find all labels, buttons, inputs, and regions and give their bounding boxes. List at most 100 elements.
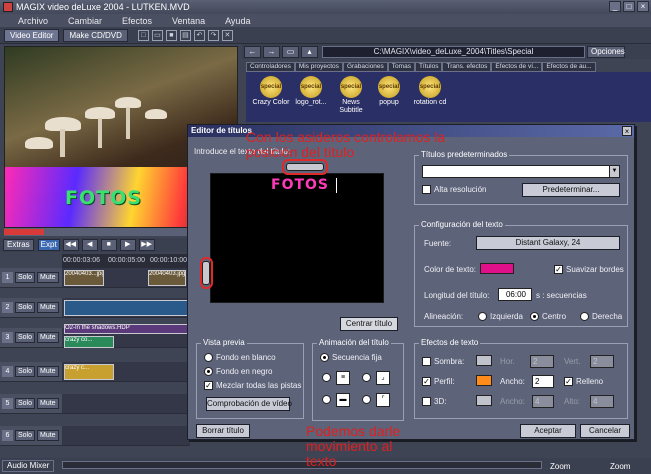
fill-checkbox[interactable]: ✓	[564, 377, 573, 386]
undo-icon[interactable]: ↶	[193, 29, 205, 41]
align-center-radio[interactable]	[530, 312, 539, 321]
cancel-button[interactable]: Cancelar	[580, 424, 630, 438]
title-preset-item[interactable]: special rotation cd	[408, 76, 452, 107]
tab-grabaciones[interactable]: Grabaciones	[342, 62, 388, 72]
hor-input[interactable]: 2	[530, 355, 554, 368]
title-preset-item[interactable]: special News Subtitle	[332, 76, 370, 115]
minimize-button[interactable]: _	[609, 1, 621, 12]
track-lane[interactable]	[62, 426, 190, 446]
text-color-swatch[interactable]	[480, 263, 514, 274]
options-dropdown[interactable]: Opciones	[587, 45, 625, 58]
mute-button[interactable]: Mute	[37, 302, 59, 313]
zoom-label[interactable]: Zoom	[550, 462, 570, 471]
title-preset-item[interactable]: special logo_rot...	[292, 76, 330, 107]
mute-button[interactable]: Mute	[37, 332, 59, 343]
menu-cambiar[interactable]: Cambiar	[68, 16, 102, 26]
mute-button[interactable]: Mute	[37, 430, 59, 441]
extras-dropdown[interactable]: Extras	[3, 239, 34, 251]
title-preset-item[interactable]: special popup	[370, 76, 408, 107]
print-icon[interactable]: ▤	[179, 29, 191, 41]
solo-button[interactable]: Solo	[15, 332, 36, 343]
timeline-ruler[interactable]: 00:00:03:06 00:00:05:00 00:00:10:00	[62, 254, 190, 268]
outline-color-swatch[interactable]	[476, 375, 492, 386]
outline-width-input[interactable]: 2	[532, 375, 554, 388]
tab-mis-proyectos[interactable]: Mis proyectos	[294, 62, 343, 72]
solo-button[interactable]: Solo	[15, 302, 36, 313]
high-res-checkbox[interactable]	[422, 185, 431, 194]
maximize-button[interactable]: □	[623, 1, 635, 12]
smooth-edges-checkbox[interactable]: ✓	[554, 265, 563, 274]
tab-titulos[interactable]: Títulos	[414, 62, 443, 72]
delete-icon[interactable]: ✕	[221, 29, 233, 41]
up-folder-icon[interactable]: ▴	[301, 45, 318, 58]
export-button[interactable]: Expt	[37, 239, 60, 251]
back-icon[interactable]: ←	[244, 45, 261, 58]
align-left-radio[interactable]	[478, 312, 487, 321]
zoom-label[interactable]: Zoom	[610, 462, 630, 471]
video-clip[interactable]: 20040403.jpg	[148, 270, 186, 286]
shadow-checkbox[interactable]	[422, 357, 431, 366]
audio-mixer-button[interactable]: Audio Mixer	[2, 460, 55, 472]
track-lane[interactable]: O2-In the shadows.HDP crazy co...	[62, 324, 190, 348]
menu-efectos[interactable]: Efectos	[122, 16, 152, 26]
mute-button[interactable]: Mute	[37, 366, 59, 377]
anim-corner-icon[interactable]: ⌟	[376, 371, 390, 385]
presets-dropdown[interactable]: ▼	[422, 165, 620, 178]
menu-archivo[interactable]: Archivo	[18, 16, 48, 26]
solo-button[interactable]: Solo	[15, 430, 36, 441]
vert-input[interactable]: 2	[590, 355, 614, 368]
track-lane[interactable]	[62, 394, 190, 414]
3d-width-input[interactable]: 4	[532, 395, 554, 408]
title-length-input[interactable]: 06:00	[498, 288, 532, 301]
center-title-button[interactable]: Centrar título	[340, 317, 398, 331]
anim-scroll-down-icon[interactable]: ▬	[336, 393, 350, 407]
fast-forward-icon[interactable]: ▶▶	[138, 239, 155, 251]
check-video-button[interactable]: Comprobación de vídeo	[206, 397, 292, 411]
mute-button[interactable]: Mute	[37, 398, 59, 409]
presets-button[interactable]: Predeterminar...	[522, 183, 620, 197]
mix-tracks-checkbox[interactable]: ✓	[204, 381, 213, 390]
tab-make-cd-dvd[interactable]: Make CD/DVD	[63, 28, 128, 42]
bg-black-radio[interactable]	[204, 367, 213, 376]
close-window-button[interactable]: ×	[637, 1, 649, 12]
menu-ventana[interactable]: Ventana	[172, 16, 205, 26]
title-preset-item[interactable]: special Crazy Color	[252, 76, 290, 107]
audio-clip[interactable]	[64, 300, 188, 316]
accept-button[interactable]: Aceptar	[520, 424, 576, 438]
anim-radio[interactable]	[322, 373, 331, 382]
rewind-icon[interactable]: ◀◀	[62, 239, 79, 251]
3d-checkbox[interactable]	[422, 397, 431, 406]
anim-fixed-radio[interactable]	[320, 353, 329, 362]
tab-controladores[interactable]: Controladores	[246, 62, 295, 72]
align-right-radio[interactable]	[580, 312, 589, 321]
timeline-scrollbar[interactable]	[62, 461, 542, 469]
title-clip[interactable]: crazy c...	[64, 364, 114, 380]
track-lane[interactable]	[62, 298, 190, 318]
3d-color-swatch[interactable]	[476, 395, 492, 406]
audio-clip[interactable]: O2-In the shadows.HDP	[64, 324, 188, 334]
folder-icon[interactable]: ▭	[282, 45, 299, 58]
prev-icon[interactable]: ◀	[81, 239, 98, 251]
outline-checkbox[interactable]: ✓	[422, 377, 431, 386]
tab-efectos-video[interactable]: Efectos de ví...	[491, 62, 543, 72]
save-icon[interactable]: ■	[165, 29, 177, 41]
title-clip[interactable]: crazy co...	[64, 336, 114, 348]
track-lane[interactable]: 20040403...jpg 20040403.jpg	[62, 268, 190, 288]
anim-radio[interactable]	[362, 395, 371, 404]
track-lane[interactable]: crazy c...	[62, 362, 190, 382]
anim-radio[interactable]	[362, 373, 371, 382]
path-field[interactable]: C:\MAGIX\video_deLuxe_2004\Titles\Specia…	[322, 45, 585, 58]
font-button[interactable]: Distant Galaxy, 24	[476, 236, 620, 250]
tab-trans-efectos[interactable]: Trans. efectos	[442, 62, 492, 72]
tab-efectos-audio[interactable]: Efectos de au...	[542, 62, 596, 72]
tab-tomas[interactable]: Tomas	[387, 62, 415, 72]
stop-icon[interactable]: ■	[100, 239, 117, 251]
solo-button[interactable]: Solo	[15, 366, 36, 377]
redo-icon[interactable]: ↷	[207, 29, 219, 41]
new-icon[interactable]: □	[137, 29, 149, 41]
close-icon[interactable]: ×	[622, 126, 632, 136]
forward-icon[interactable]: →	[263, 45, 280, 58]
open-icon[interactable]: ▭	[151, 29, 163, 41]
anim-fly-icon[interactable]: ⌜	[376, 393, 390, 407]
anim-radio[interactable]	[322, 395, 331, 404]
